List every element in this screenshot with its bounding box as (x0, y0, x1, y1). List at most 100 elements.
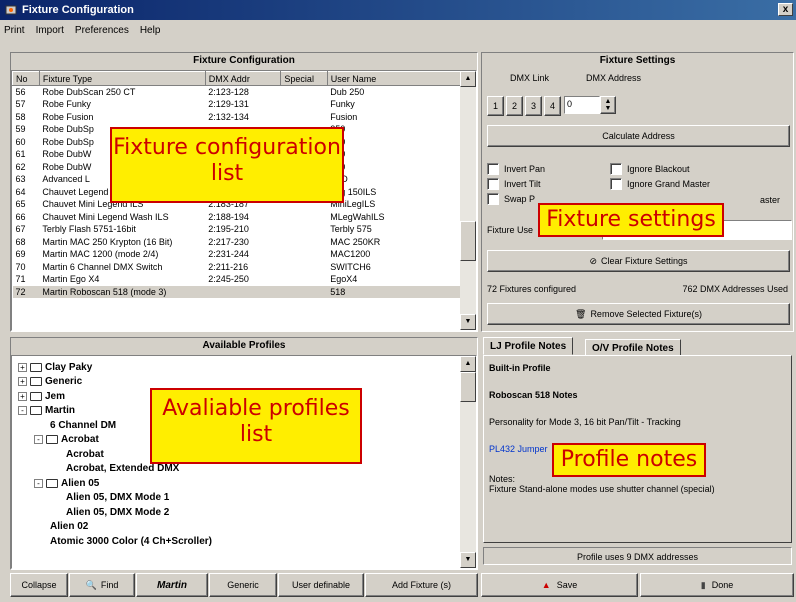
column-header[interactable]: Special (280, 71, 328, 86)
invert-tilt-checkbox[interactable]: Invert Tilt (487, 178, 541, 190)
save-label: Save (556, 580, 578, 590)
fixture-user-label: Fixture Use (487, 225, 534, 235)
menu-bar: Print Import Preferences Help (0, 20, 796, 40)
collapse-button[interactable]: Collapse (10, 573, 68, 597)
tree-item[interactable]: - Alien 05 (18, 476, 476, 491)
remove-fixture-button[interactable]: 🗑 Remove Selected Fixture(s) (487, 303, 790, 325)
ignore-grand-master-checkbox[interactable]: Ignore Grand Master (610, 178, 710, 190)
table-cell: MLegWahILS (330, 211, 385, 222)
table-cell: 60 (15, 136, 26, 147)
table-row[interactable]: 70 Martin 6 Channel DMX Switch 2:211-216 SW… (13, 261, 462, 274)
tree-item-label: Alien 02 (50, 521, 89, 533)
magnifier-icon: 🔍 (85, 579, 97, 590)
find-button[interactable]: 🔍 Find (69, 573, 135, 597)
calculate-address-button[interactable]: Calculate Address (487, 125, 790, 147)
table-row[interactable]: 56 Robe DubScan 250 CT 2:123-128 Dub 250 (13, 86, 462, 99)
profiles-scroll-up-icon[interactable]: ▲ (460, 356, 476, 372)
swap-label: Swap P (504, 194, 536, 204)
dmx-address-input[interactable]: 0 (564, 96, 600, 114)
table-row[interactable]: 66 Chauvet Mini Legend Wash ILS 2:188-194 M… (13, 211, 462, 224)
table-row[interactable]: 68 Martin MAC 250 Krypton (16 Bit) 2:217-2… (13, 236, 462, 249)
eraser-icon: ⊘ (589, 255, 597, 266)
tree-item[interactable]: + Clay Paky (18, 360, 476, 375)
tree-item-label: 6 Channel DM (50, 419, 117, 431)
table-cell: 250 (327, 161, 461, 174)
profiles-scroll-down-icon[interactable]: ▼ (460, 552, 476, 568)
title-bar: Fixture Configuration x (0, 0, 796, 20)
close-button[interactable]: x (778, 3, 793, 16)
martin-logo-button[interactable]: Martin (136, 573, 208, 597)
table-cell: Terbly Flash 5751-16bit (42, 224, 136, 235)
expand-toggle-icon[interactable]: - (34, 478, 43, 488)
table-row[interactable]: 69 Martin MAC 1200 (mode 2/4) 2:231-244 MAC… (13, 248, 462, 261)
generic-button[interactable]: Generic (209, 573, 277, 597)
invert-pan-label: Invert Pan (504, 164, 546, 174)
column-header[interactable]: User Name (326, 71, 463, 86)
menu-print[interactable]: Print (4, 25, 25, 36)
tree-item[interactable]: Alien 05, DMX Mode 1 (18, 491, 476, 506)
table-row[interactable]: 58 Robe Fusion 2:132-134 Fusion (13, 111, 462, 124)
tree-item[interactable]: Alien 05, DMX Mode 2 (18, 505, 476, 520)
save-button[interactable]: ▲ Save (481, 573, 638, 597)
tree-item[interactable]: Atomic 3000 Color (4 Ch+Scroller) (18, 534, 476, 549)
tree-item-label: Alien 05, DMX Mode 1 (66, 492, 170, 504)
expand-toggle-icon[interactable]: + (18, 377, 27, 387)
expand-toggle-icon[interactable]: + (18, 362, 27, 372)
done-label: Done (711, 580, 734, 590)
tree-item[interactable]: + Generic (18, 375, 476, 390)
save-icon: ▲ (541, 580, 551, 590)
scroll-thumb[interactable] (460, 221, 476, 261)
column-header[interactable]: DMX Addr (204, 71, 282, 86)
tree-item[interactable]: Alien 02 (18, 520, 476, 535)
table-cell: Dub 250 (330, 87, 365, 97)
table-row[interactable]: 71 Martin Ego X4 2:245-250 EgoX4 (13, 273, 462, 286)
add-fixture-button[interactable]: Add Fixture (s) (365, 573, 478, 597)
dmx-link-1-button[interactable]: 1 (487, 96, 504, 116)
table-cell: Leg 150ILS (330, 186, 377, 197)
done-button[interactable]: ▮ Done (640, 573, 794, 597)
table-row[interactable]: 72 Martin Roboscan 518 (mode 3) 518 (12, 285, 462, 298)
invert-tilt-label: Invert Tilt (504, 179, 541, 189)
tab-lj-profile-notes[interactable]: LJ Profile Notes (483, 337, 574, 355)
swap-checkbox[interactable]: Swap P (487, 193, 535, 205)
tree-item-label: Alien 05 (61, 477, 100, 489)
menu-help[interactable]: Help (140, 25, 161, 36)
menu-import[interactable]: Import (36, 25, 64, 36)
table-cell: Chauvet Mini Legend Wash ILS (42, 211, 169, 222)
table-row[interactable]: 67 Terbly Flash 5751-16bit 2:195-210 Terbly… (13, 223, 462, 236)
expand-toggle-icon[interactable]: - (34, 435, 43, 445)
table-row[interactable]: 57 Robe Funky 2:129-131 Funky (13, 98, 462, 111)
tree-item-label: Acrobat (61, 434, 99, 446)
clear-settings-button[interactable]: ⊘ Clear Fixture Settings (487, 250, 790, 272)
ignore-blackout-checkbox[interactable]: Ignore Blackout (610, 163, 690, 175)
user-definable-button[interactable]: User definable (278, 573, 364, 597)
profiles-scroll-thumb[interactable] (460, 372, 476, 402)
builtin-profile-label: Built-in Profile (489, 363, 551, 373)
fixture-scrollbar[interactable]: ▲ ▼ (460, 71, 476, 330)
tree-item-label: Alien 05, DMX Mode 2 (66, 506, 170, 518)
table-cell: MiniLegILS (330, 199, 376, 210)
expand-toggle-icon[interactable]: + (18, 391, 27, 401)
tree-item-label: Martin (45, 405, 75, 417)
expand-toggle-icon[interactable]: - (18, 406, 27, 416)
tree-item-label: Jem (45, 390, 66, 402)
menu-preferences[interactable]: Preferences (75, 25, 129, 36)
table-cell: 70 (15, 261, 26, 272)
address-spinner[interactable]: ▲ ▼ (600, 96, 616, 114)
profiles-scrollbar[interactable]: ▲ ▼ (460, 356, 476, 568)
scroll-down-icon[interactable]: ▼ (460, 314, 476, 330)
table-cell: MAC1200 (330, 249, 371, 260)
dmx-link-2-button[interactable]: 2 (506, 96, 523, 116)
invert-pan-checkbox[interactable]: Invert Pan (487, 163, 545, 175)
scroll-up-icon[interactable]: ▲ (460, 71, 476, 87)
tree-item-label: Generic (45, 376, 83, 388)
folder-icon (30, 406, 42, 416)
table-cell: 63 (15, 174, 26, 185)
table-cell (281, 273, 327, 286)
column-header[interactable]: No (12, 71, 40, 86)
table-cell (281, 223, 327, 236)
dmx-link-3-button[interactable]: 3 (525, 96, 542, 116)
dmx-link-4-button[interactable]: 4 (544, 96, 561, 116)
column-header[interactable]: Fixture Type (38, 71, 206, 86)
table-cell (281, 86, 327, 99)
